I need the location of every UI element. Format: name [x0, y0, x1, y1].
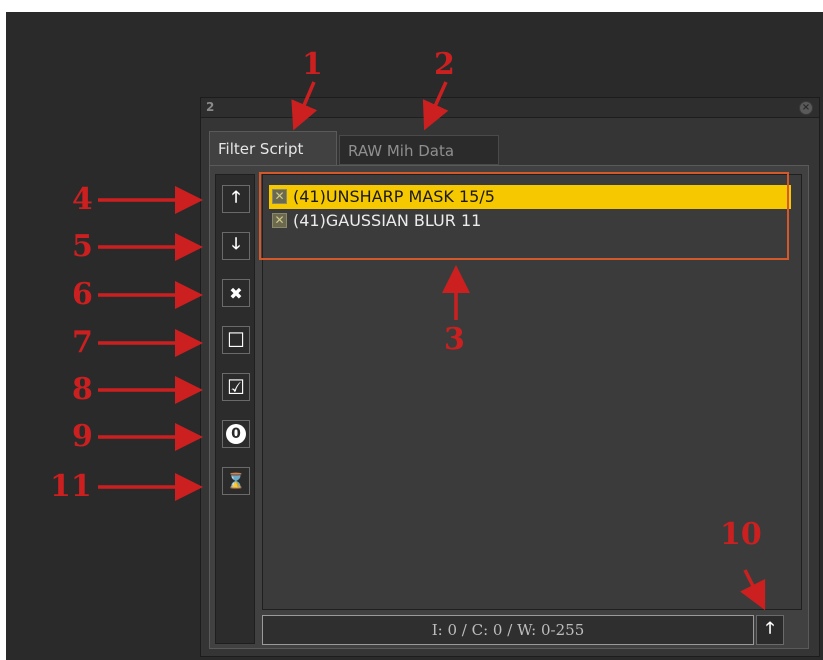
tab-raw-mih-data[interactable]: RAW Mih Data — [339, 135, 499, 165]
panel-number: 2 — [206, 100, 215, 114]
delete-button[interactable]: ✖ — [222, 279, 250, 307]
delete-x-icon: ✖ — [229, 283, 243, 303]
panel-title-bar[interactable]: 2 × — [201, 98, 819, 118]
tab-filter-script[interactable]: Filter Script — [209, 131, 337, 165]
screenshot: 2 × Filter Script RAW Mih Data 🡑 🡓 ✖ ☐ ☑… — [0, 0, 823, 660]
annotation-10: 10 — [720, 517, 762, 552]
annotation-7: 7 — [72, 325, 93, 360]
timer-button[interactable]: ⌛ — [222, 467, 250, 495]
annotation-4: 4 — [72, 182, 93, 217]
annotation-9: 9 — [72, 419, 93, 454]
annotation-11: 11 — [50, 469, 92, 504]
filter-label: (41)UNSHARP MASK 15/5 — [293, 187, 495, 206]
close-icon[interactable]: × — [799, 101, 813, 115]
filter-panel: 2 × Filter Script RAW Mih Data 🡑 🡓 ✖ ☐ ☑… — [200, 97, 820, 657]
zero-icon: 0 — [226, 424, 246, 444]
filter-label: (41)GAUSSIAN BLUR 11 — [293, 211, 482, 230]
check-all-icon: ☑ — [227, 375, 245, 399]
enabled-checkbox[interactable]: ✕ — [272, 189, 287, 204]
tab-content: 🡑 🡓 ✖ ☐ ☑ 0 ⌛ ✕ (41)UNSHARP MASK 15/5 ✕ … — [209, 165, 809, 649]
annotation-6: 6 — [72, 277, 93, 312]
annotation-8: 8 — [72, 372, 93, 407]
enabled-checkbox[interactable]: ✕ — [272, 213, 287, 228]
annotation-3: 3 — [444, 322, 465, 357]
move-down-button[interactable]: 🡓 — [222, 232, 250, 260]
hourglass-icon: ⌛ — [226, 472, 246, 490]
uncheck-all-button[interactable]: ☐ — [222, 326, 250, 354]
check-all-button[interactable]: ☑ — [222, 373, 250, 401]
side-toolbar: 🡑 🡓 ✖ ☐ ☑ 0 ⌛ — [215, 174, 255, 644]
reset-zero-button[interactable]: 0 — [222, 420, 250, 448]
arrow-up-icon: 🡑 — [765, 617, 775, 637]
arrow-down-icon: 🡓 — [231, 233, 241, 253]
list-item[interactable]: ✕ (41)GAUSSIAN BLUR 11 — [269, 209, 791, 233]
annotation-1: 1 — [302, 47, 323, 82]
tab-bar: Filter Script RAW Mih Data — [209, 131, 809, 165]
status-field: I: 0 / C: 0 / W: 0-255 — [262, 615, 754, 645]
list-item[interactable]: ✕ (41)UNSHARP MASK 15/5 — [269, 185, 791, 209]
annotation-5: 5 — [72, 229, 93, 264]
arrow-up-icon: 🡑 — [231, 186, 241, 206]
status-up-button[interactable]: 🡑 — [756, 615, 784, 645]
move-up-button[interactable]: 🡑 — [222, 185, 250, 213]
annotation-2: 2 — [434, 47, 455, 82]
uncheck-all-icon: ☐ — [227, 328, 245, 352]
